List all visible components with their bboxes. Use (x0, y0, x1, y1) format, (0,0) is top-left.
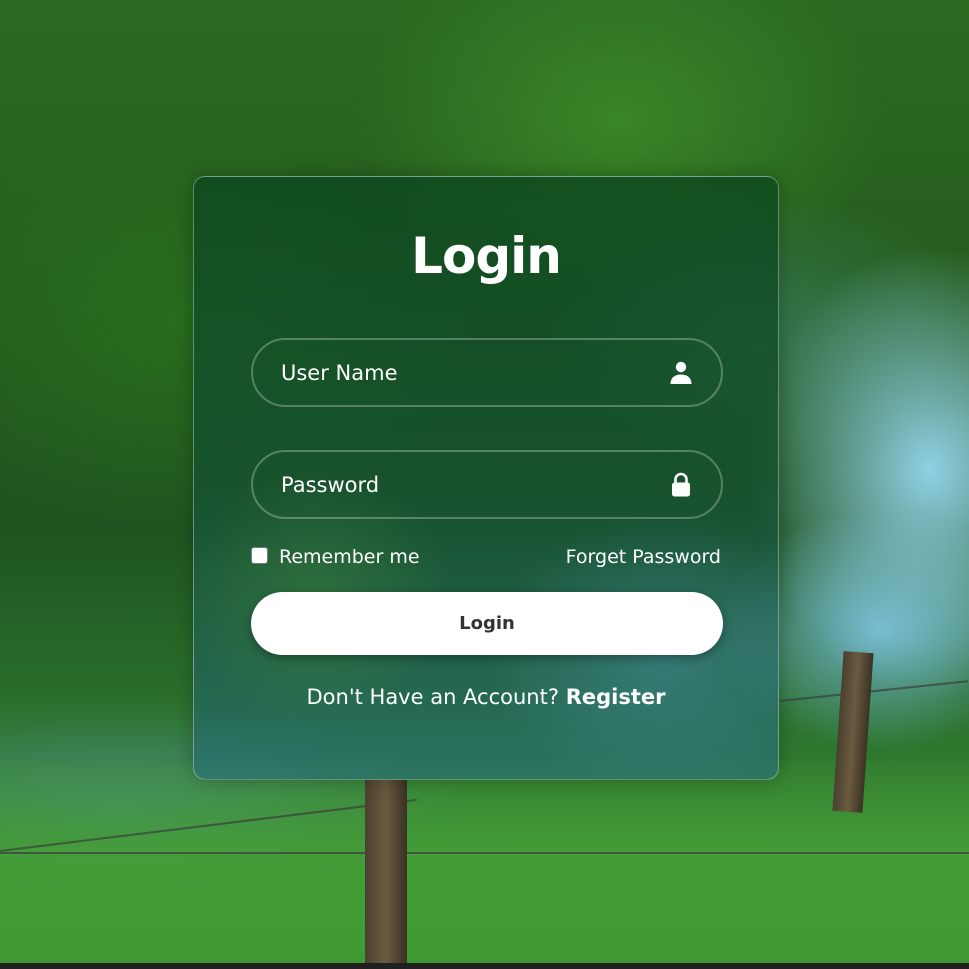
lock-icon (669, 472, 693, 498)
remember-me-option[interactable]: Remember me (251, 543, 420, 571)
bottom-edge-bar (0, 963, 969, 969)
remember-me-checkbox[interactable] (251, 546, 268, 564)
password-field[interactable] (251, 450, 723, 519)
remember-me-label: Remember me (279, 546, 420, 568)
register-link[interactable]: Register (566, 685, 666, 709)
username-input[interactable] (253, 340, 721, 405)
forgot-password-link[interactable]: Forget Password (566, 543, 721, 571)
register-prompt: Don't Have an Account? Register (194, 685, 778, 709)
username-field[interactable] (251, 338, 723, 407)
password-input[interactable] (253, 452, 721, 517)
background-fence-wire (779, 680, 969, 702)
login-title: Login (411, 227, 562, 285)
background-fence-post (365, 780, 407, 963)
register-prompt-text: Don't Have an Account? (306, 685, 559, 709)
user-icon (669, 360, 693, 386)
login-card: Login Remember me Forget Password Login … (193, 176, 779, 780)
background-grass (0, 760, 969, 963)
background-fence-wire (0, 852, 969, 854)
login-button[interactable]: Login (251, 592, 723, 655)
